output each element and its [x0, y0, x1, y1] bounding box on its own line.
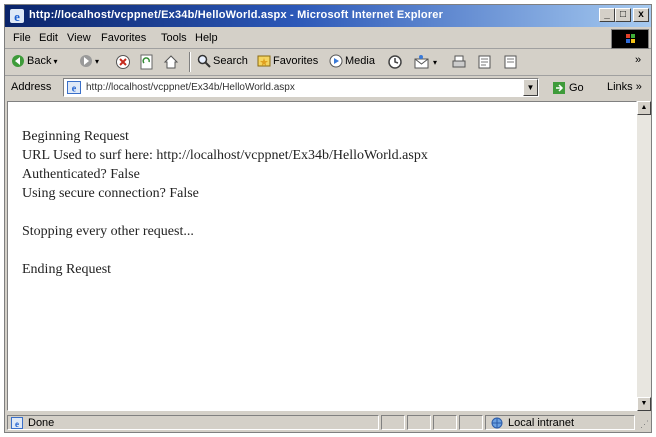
go-button[interactable]: Go — [552, 81, 584, 95]
page-done-icon: e — [11, 417, 23, 429]
back-dropdown-icon[interactable]: ▾ — [53, 57, 57, 66]
home-icon — [163, 55, 179, 69]
ending-request-line: Ending Request — [22, 262, 112, 277]
title-bar[interactable]: e http://localhost/vcppnet/Ex34b/HelloWo… — [5, 5, 651, 27]
scroll-up-icon[interactable]: ▲ — [637, 101, 651, 115]
scroll-down-icon[interactable]: ▼ — [637, 397, 651, 411]
address-input[interactable]: e http://localhost/vcppnet/Ex34b/HelloWo… — [63, 78, 539, 97]
refresh-button[interactable] — [139, 54, 155, 70]
discuss-button[interactable] — [503, 54, 519, 70]
history-icon — [388, 55, 402, 69]
svg-text:e: e — [72, 84, 77, 95]
back-arrow-icon — [12, 55, 24, 67]
stopping-line: Stopping every other request... — [22, 224, 194, 239]
mail-icon — [414, 55, 429, 69]
authenticated-line: Authenticated? False — [22, 167, 140, 182]
links-label: Links — [607, 81, 633, 93]
favorites-button[interactable]: Favorites — [257, 54, 318, 68]
home-button[interactable] — [163, 54, 179, 70]
address-dropdown-icon[interactable]: ▼ — [523, 79, 538, 96]
favorites-star-icon — [257, 55, 271, 67]
links-button[interactable]: Links » — [607, 81, 642, 93]
page-ie-icon: e — [67, 81, 81, 94]
forward-arrow-icon — [80, 55, 92, 67]
status-pane-1 — [381, 415, 405, 430]
status-pane-4 — [459, 415, 483, 430]
go-label: Go — [569, 82, 584, 94]
media-icon — [329, 54, 343, 68]
page-content: Beginning Request URL Used to surf here:… — [7, 101, 637, 411]
address-bar: Address e http://localhost/vcppnet/Ex34b… — [5, 76, 651, 100]
menu-file[interactable]: File — [13, 32, 31, 44]
svg-text:e: e — [14, 9, 20, 24]
menu-favorites[interactable]: Favorites — [101, 32, 146, 44]
window-title: http://localhost/vcppnet/Ex34b/HelloWorl… — [29, 9, 444, 21]
status-pane-3 — [433, 415, 457, 430]
back-label: Back — [27, 55, 52, 67]
secure-connection-line: Using secure connection? False — [22, 186, 199, 201]
minimize-button[interactable]: _ — [599, 8, 615, 22]
menu-help[interactable]: Help — [195, 32, 218, 44]
address-label: Address — [11, 81, 52, 93]
favorites-label: Favorites — [273, 55, 319, 67]
maximize-button[interactable]: □ — [615, 8, 631, 22]
search-label: Search — [213, 55, 248, 67]
links-chevron-icon: » — [635, 81, 642, 93]
status-pane-2 — [407, 415, 431, 430]
forward-dropdown-icon[interactable]: ▾ — [95, 57, 99, 66]
status-pane-main: e Done — [7, 415, 379, 430]
resize-grip-icon[interactable]: ⋰ — [640, 419, 649, 430]
mail-button[interactable]: ▾ — [413, 54, 437, 70]
edit-button[interactable] — [477, 54, 493, 70]
local-intranet-icon — [491, 417, 503, 429]
forward-button[interactable]: ▾ — [79, 54, 99, 68]
menu-edit[interactable]: Edit — [39, 32, 58, 44]
stop-button[interactable] — [115, 54, 131, 70]
page-text: Beginning Request URL Used to surf here:… — [22, 127, 428, 279]
close-button[interactable]: x — [633, 8, 649, 22]
status-bar: e Done Local intranet ⋰ — [5, 413, 651, 432]
toolbar-separator — [189, 52, 191, 72]
browser-window: e http://localhost/vcppnet/Ex34b/HelloWo… — [4, 4, 652, 433]
status-text: Done — [28, 417, 55, 429]
zone-text: Local intranet — [508, 417, 575, 429]
mail-dropdown-icon[interactable]: ▾ — [433, 58, 437, 67]
print-button[interactable] — [451, 54, 467, 70]
history-button[interactable] — [387, 54, 403, 70]
go-arrow-icon — [553, 82, 565, 94]
toolbar-overflow-chevron-icon[interactable]: » — [635, 54, 641, 66]
standard-toolbar: Back ▾ ▾ Search Favorites Media ▾ » — [5, 49, 651, 76]
refresh-icon — [140, 54, 153, 70]
search-button[interactable]: Search — [197, 54, 248, 68]
url-line: URL Used to surf here: http://localhost/… — [22, 148, 428, 163]
stop-icon — [116, 55, 130, 69]
windows-logo-throbber — [611, 29, 649, 49]
media-label: Media — [345, 55, 375, 67]
windows-flag-icon — [626, 34, 635, 43]
back-button[interactable]: Back ▾ — [11, 54, 57, 68]
internet-explorer-icon: e — [10, 9, 24, 24]
menu-bar: File Edit View Favorites Tools Help — [5, 28, 651, 49]
vertical-scrollbar[interactable]: ▲ ▼ — [637, 101, 651, 411]
edit-page-icon — [478, 55, 491, 69]
address-url: http://localhost/vcppnet/Ex34b/HelloWorl… — [86, 82, 295, 93]
search-icon — [197, 54, 211, 68]
menu-tools[interactable]: Tools — [161, 32, 187, 44]
media-button[interactable]: Media — [329, 54, 375, 68]
svg-text:e: e — [15, 419, 19, 429]
print-icon — [452, 55, 466, 68]
menu-view[interactable]: View — [67, 32, 91, 44]
discuss-icon — [504, 55, 517, 69]
zone-pane: Local intranet — [485, 415, 635, 430]
beginning-request-line: Beginning Request — [22, 129, 129, 144]
